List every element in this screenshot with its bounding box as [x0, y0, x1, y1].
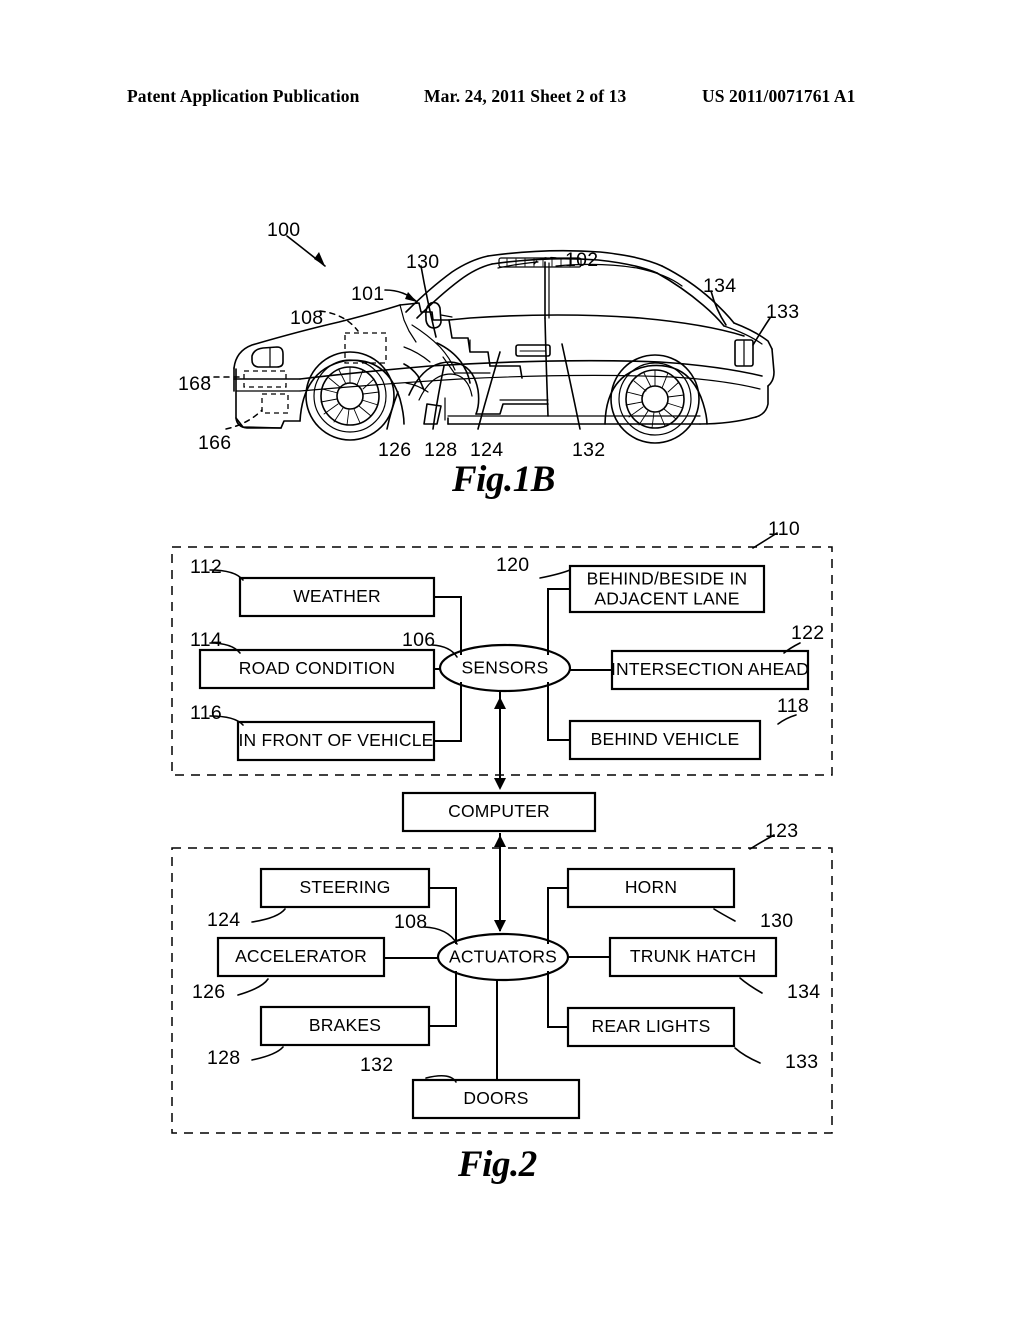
sensor-box-166: [261, 393, 289, 414]
callout-101: 101: [351, 283, 385, 305]
sensor-box-168: [243, 370, 287, 388]
callout-134: 134: [703, 275, 737, 297]
callout-112: 112: [190, 556, 222, 578]
label-sensors-hub: SENSORS: [461, 657, 549, 678]
callout-166: 166: [198, 432, 232, 454]
callout-116: 116: [190, 702, 222, 724]
label-behind-beside-adjacent-lane: BEHIND/BESIDE IN ADJACENT LANE: [586, 568, 748, 608]
callout-133: 133: [785, 1051, 819, 1073]
callout-114: 114: [190, 629, 222, 651]
callout-102: 102: [565, 249, 599, 271]
label-doors: DOORS: [463, 1088, 529, 1109]
label-actuators-hub: ACTUATORS: [448, 946, 558, 967]
callout-123: 123: [765, 820, 799, 842]
label-road-condition: ROAD CONDITION: [238, 658, 396, 679]
callout-120: 120: [496, 554, 530, 576]
label-trunk-hatch: TRUNK HATCH: [629, 946, 757, 967]
callout-118: 118: [777, 695, 809, 717]
publication-title: Patent Application Publication: [127, 86, 360, 106]
publication-date-sheet: Mar. 24, 2011 Sheet 2 of 13: [424, 86, 627, 106]
figure-2-caption: Fig.2: [458, 1144, 537, 1185]
callout-126-car: 126: [378, 439, 412, 461]
callout-130: 130: [760, 910, 794, 932]
label-in-front-of-vehicle: IN FRONT OF VEHICLE: [238, 730, 434, 751]
callout-132-car: 132: [572, 439, 606, 461]
publication-number: US 2011/0071761 A1: [702, 86, 856, 106]
page-header: Patent Application Publication Mar. 24, …: [0, 86, 1024, 112]
callout-108-car: 108: [290, 307, 324, 329]
label-rear-lights: REAR LIGHTS: [591, 1016, 711, 1037]
callout-132: 132: [360, 1054, 394, 1076]
callout-100: 100: [267, 219, 301, 241]
label-weather: WEATHER: [293, 586, 381, 607]
figure-1b-caption: Fig.1B: [452, 459, 555, 500]
callout-126: 126: [192, 981, 226, 1003]
label-behind-vehicle: BEHIND VEHICLE: [590, 729, 740, 750]
label-computer: COMPUTER: [448, 801, 550, 822]
label-horn: HORN: [624, 877, 678, 898]
label-intersection-ahead: INTERSECTION AHEAD: [610, 659, 810, 680]
callout-110: 110: [768, 518, 800, 540]
callout-168: 168: [178, 373, 212, 395]
callout-128: 128: [207, 1047, 241, 1069]
label-brakes: BRAKES: [308, 1015, 382, 1036]
callout-133: 133: [766, 301, 800, 323]
callout-108: 108: [394, 911, 428, 933]
label-steering: STEERING: [299, 877, 391, 898]
label-accelerator: ACCELERATOR: [235, 946, 367, 967]
sensor-box-108: [344, 332, 387, 364]
callout-134: 134: [787, 981, 821, 1003]
callout-124: 124: [207, 909, 241, 931]
callout-130: 130: [406, 251, 440, 273]
callout-106: 106: [402, 629, 436, 651]
callout-122: 122: [791, 622, 825, 644]
